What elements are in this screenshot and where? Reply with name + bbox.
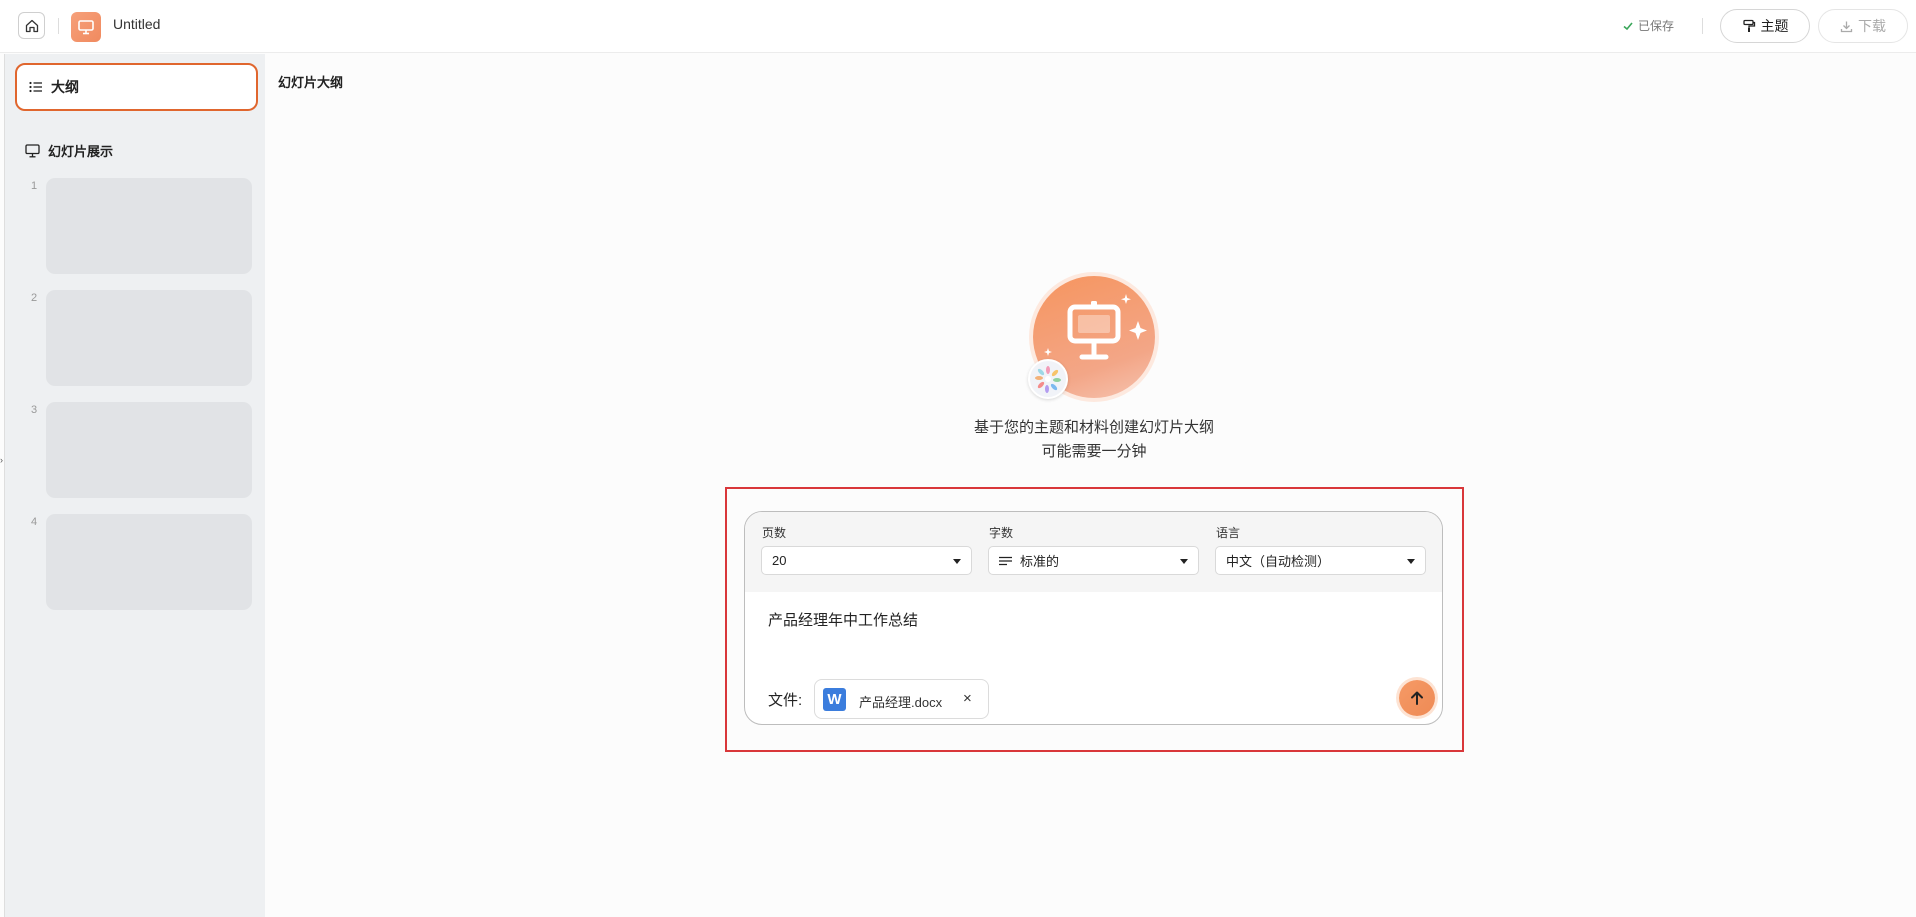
check-icon: [1623, 21, 1633, 30]
list-icon: [29, 81, 42, 93]
slide-number: 1: [31, 180, 38, 192]
palette-icon: [1028, 359, 1068, 399]
arrow-up-icon: [1411, 691, 1423, 705]
slides-section-label: 幻灯片展示: [48, 144, 114, 159]
words-label: 字数: [989, 526, 1014, 540]
slide-thumbnail[interactable]: [46, 514, 252, 610]
submit-button[interactable]: [1399, 680, 1435, 716]
sidebar: 大纲 幻灯片展示 1 2 3 4: [4, 54, 265, 917]
attached-file-chip[interactable]: W 产品经理.docx ×: [814, 679, 989, 719]
hero-subdescription: 可能需要一分钟: [1041, 443, 1147, 460]
pages-select[interactable]: 20: [761, 546, 972, 575]
sparkle-icon: [1129, 321, 1147, 340]
top-bar: Untitled 已保存 主题 下载: [0, 0, 1916, 53]
monitor-icon: [25, 143, 40, 157]
hero-description: 基于您的主题和材料创建幻灯片大纲: [973, 419, 1214, 436]
download-button[interactable]: 下载: [1818, 9, 1908, 43]
slide-number: 3: [31, 404, 38, 416]
pages-label: 页数: [762, 526, 787, 540]
home-button[interactable]: [18, 12, 45, 39]
text-lines-icon: [999, 556, 1012, 565]
download-icon: [1840, 21, 1853, 32]
file-label: 文件:: [768, 692, 803, 709]
home-icon: [25, 19, 38, 32]
divider: [58, 18, 59, 34]
generation-card: 页数 20 字数 标准的 语言 中文（自动检测） 产品经理年中工作总结 文件: …: [744, 511, 1443, 725]
caret-down-icon: [1180, 559, 1188, 564]
caret-down-icon: [1407, 559, 1415, 564]
outline-tab[interactable]: 大纲: [15, 63, 258, 111]
words-select[interactable]: 标准的: [988, 546, 1199, 575]
paint-roller-icon: [1742, 19, 1755, 32]
file-name: 产品经理.docx: [859, 695, 943, 710]
slide-thumbnail[interactable]: [46, 178, 252, 274]
words-value: 标准的: [1020, 554, 1060, 569]
theme-button[interactable]: 主题: [1720, 9, 1810, 43]
word-document-icon: W: [823, 688, 846, 711]
language-select[interactable]: 中文（自动检测）: [1215, 546, 1426, 575]
saved-status-label: 已保存: [1638, 19, 1675, 33]
remove-file-button[interactable]: ×: [963, 690, 972, 707]
divider: [1702, 18, 1703, 34]
app-logo[interactable]: [71, 12, 101, 42]
caret-down-icon: [953, 559, 961, 564]
topic-input[interactable]: 产品经理年中工作总结: [768, 609, 918, 630]
hero-illustration: [1028, 273, 1158, 401]
options-row: 页数 20 字数 标准的 语言 中文（自动检测）: [745, 512, 1442, 592]
language-value: 中文（自动检测）: [1226, 554, 1331, 569]
saved-status: 已保存: [1622, 17, 1674, 34]
slide-thumbnail[interactable]: [46, 290, 252, 386]
slide-number: 4: [31, 516, 38, 528]
slide-number: 2: [31, 292, 38, 304]
presentation-icon: [78, 20, 94, 35]
download-button-label: 下载: [1858, 18, 1886, 34]
outline-tab-label: 大纲: [51, 79, 79, 95]
pages-value: 20: [772, 553, 787, 568]
theme-button-label: 主题: [1760, 18, 1789, 34]
document-title[interactable]: Untitled: [113, 16, 160, 32]
slides-section-heading[interactable]: 幻灯片展示: [25, 141, 113, 160]
page-title: 幻灯片大纲: [278, 75, 344, 90]
language-label: 语言: [1216, 526, 1241, 540]
